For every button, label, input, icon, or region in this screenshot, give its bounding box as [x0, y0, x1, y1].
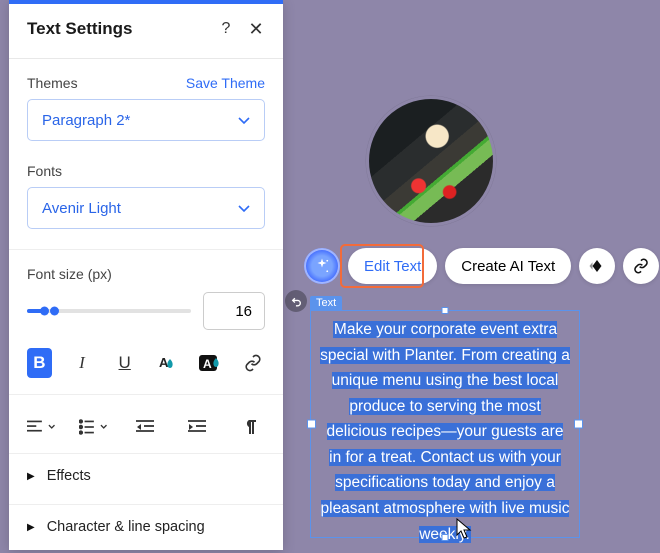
underline-button[interactable]: U — [112, 348, 137, 378]
element-toolbar: Edit Text Create AI Text ? — [304, 248, 660, 284]
format-row-2 — [27, 395, 265, 447]
panel-header: Text Settings ? ✕ — [9, 4, 283, 59]
themes-label: Themes — [27, 75, 78, 91]
fontsize-label: Font size (px) — [27, 266, 265, 282]
text-content[interactable]: Make your corporate event extra special … — [311, 311, 579, 553]
animations-button[interactable] — [579, 248, 615, 284]
fonts-label: Fonts — [27, 163, 62, 179]
text-color-button[interactable]: A — [155, 348, 180, 378]
avatar[interactable] — [366, 96, 496, 226]
panel-title: Text Settings — [27, 19, 215, 39]
fontsize-section: Font size (px) — [27, 250, 265, 330]
svg-text:A: A — [203, 357, 212, 371]
text-settings-panel: Text Settings ? ✕ Themes Save Theme Para… — [9, 0, 283, 550]
char-spacing-label: Character & line spacing — [47, 519, 205, 535]
selected-text: Make your corporate event extra special … — [320, 321, 570, 543]
caret-right-icon: ▶ — [27, 471, 35, 482]
ai-sparkle-button[interactable] — [304, 248, 340, 284]
highlight-color-button[interactable]: A — [198, 348, 223, 378]
chevron-down-icon — [238, 200, 250, 217]
bold-button[interactable]: B — [27, 348, 52, 378]
link-button[interactable] — [623, 248, 659, 284]
italic-button[interactable]: I — [70, 348, 95, 378]
effects-accordion[interactable]: ▶ Effects — [27, 454, 265, 498]
chevron-down-icon — [238, 112, 250, 129]
text-element-frame[interactable]: Make your corporate event extra special … — [310, 310, 580, 538]
undo-icon[interactable] — [285, 290, 307, 312]
caret-right-icon: ▶ — [27, 522, 35, 533]
char-spacing-accordion[interactable]: ▶ Character & line spacing — [27, 505, 265, 549]
edit-text-button[interactable]: Edit Text — [348, 248, 437, 284]
fonts-selected: Avenir Light — [42, 200, 121, 217]
outdent-button[interactable] — [131, 413, 159, 441]
panel-body: Themes Save Theme Paragraph 2* Fonts Ave… — [9, 59, 283, 550]
close-icon[interactable]: ✕ — [245, 18, 267, 40]
svg-text:A: A — [159, 355, 169, 370]
fontsize-slider[interactable] — [27, 301, 191, 321]
link-button[interactable] — [240, 348, 265, 378]
fonts-dropdown[interactable]: Avenir Light — [27, 187, 265, 229]
save-theme-link[interactable]: Save Theme — [186, 75, 265, 91]
indent-button[interactable] — [183, 413, 211, 441]
element-type-badge: Text — [310, 296, 342, 310]
resize-handle-top[interactable] — [442, 307, 449, 314]
fonts-section: Fonts Avenir Light — [27, 141, 265, 229]
create-ai-text-button[interactable]: Create AI Text — [445, 248, 571, 284]
themes-dropdown[interactable]: Paragraph 2* — [27, 99, 265, 141]
align-button[interactable] — [27, 413, 55, 441]
help-icon[interactable]: ? — [215, 18, 237, 40]
effects-label: Effects — [47, 468, 91, 484]
themes-section: Themes Save Theme Paragraph 2* — [27, 59, 265, 141]
resize-handle-bottom[interactable] — [442, 534, 449, 541]
fontsize-input[interactable] — [203, 292, 265, 330]
text-direction-button[interactable] — [237, 413, 265, 441]
themes-selected: Paragraph 2* — [42, 112, 130, 129]
format-row-1: B I U A A — [27, 330, 265, 378]
list-button[interactable] — [79, 413, 107, 441]
